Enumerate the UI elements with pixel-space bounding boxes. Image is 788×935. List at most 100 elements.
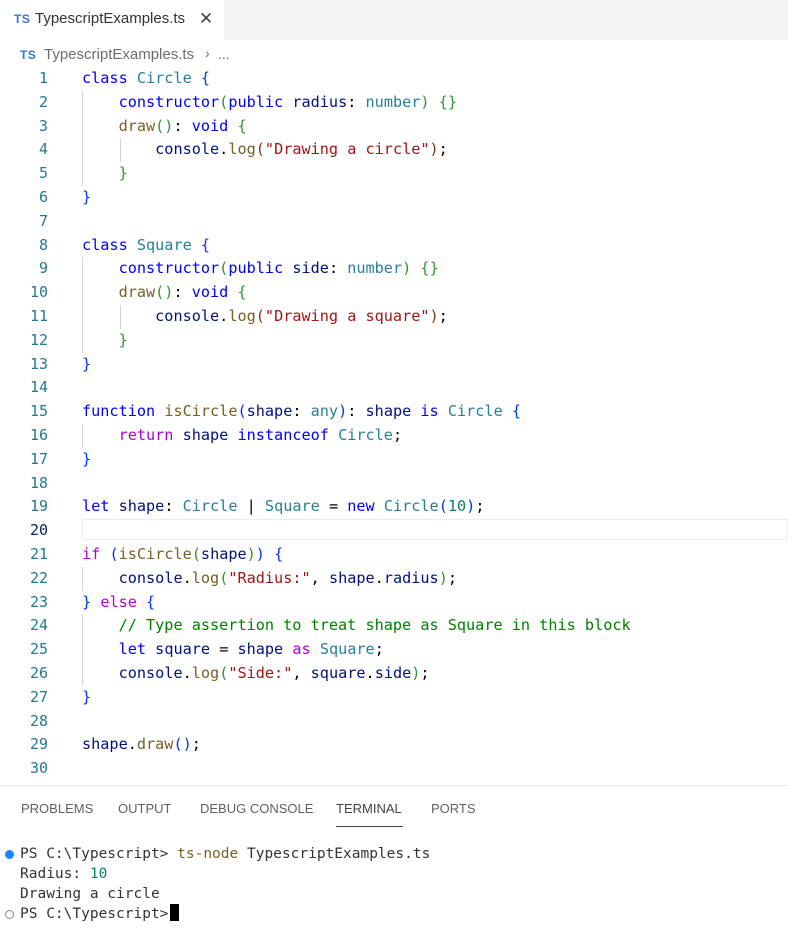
code-line: 10 draw(): void { — [0, 281, 788, 305]
code-text: constructor(public side: number) {} — [118, 259, 439, 278]
code-line: 27} — [0, 686, 788, 710]
code-line: 11 console.log("Drawing a square"); — [0, 305, 788, 329]
code-line: 17} — [0, 448, 788, 472]
code-line: 7 — [0, 210, 788, 234]
close-icon[interactable]: ✕ — [199, 9, 213, 29]
line-number: 22 — [29, 568, 48, 587]
code-line: 19 let shape: Circle | Square = new Circl… — [0, 495, 788, 519]
terminal-line: PS C:\Typescript> — [20, 904, 180, 924]
tab-debug-console[interactable]: DEBUG CONSOLE — [200, 801, 313, 816]
tab-typescript-examples[interactable]: TS TypescriptExamples.ts ✕ — [0, 0, 224, 40]
code-text: function isCircle(shape: any): shape is … — [82, 402, 522, 421]
code-line: 30 — [0, 757, 788, 781]
line-number: 12 — [29, 330, 48, 349]
line-number: 10 — [29, 283, 48, 302]
editor-tab-bar: TS TypescriptExamples.ts ✕ — [0, 0, 788, 40]
tab-output[interactable]: OUTPUT — [118, 801, 171, 816]
line-number: 4 — [38, 140, 48, 159]
line-number: 3 — [38, 116, 48, 135]
tab-terminal[interactable]: TERMINAL — [336, 801, 402, 816]
code-text: shape.draw(); — [82, 735, 201, 754]
code-line: 12 } — [0, 329, 788, 353]
code-text: let shape: Circle | Square = new Circle(… — [82, 497, 485, 516]
breadcrumb: TS TypescriptExamples.ts › ... — [0, 44, 788, 66]
line-number: 24 — [29, 616, 48, 635]
line-number: 9 — [38, 259, 48, 278]
code-text: constructor(public radius: number) {} — [118, 92, 458, 111]
terminal-cursor — [170, 904, 180, 921]
code-line: 29 shape.draw(); — [0, 733, 788, 757]
code-line: 24 // Type assertion to treat shape as S… — [0, 614, 788, 638]
line-number: 30 — [29, 759, 48, 778]
line-number: 23 — [29, 592, 48, 611]
code-editor[interactable]: 1 class Circle { 2 constructor(public rad… — [0, 67, 788, 783]
command-success-icon[interactable] — [5, 850, 14, 859]
code-line: 23} else { — [0, 591, 788, 615]
line-number: 5 — [38, 164, 48, 183]
line-number: 17 — [29, 449, 48, 468]
code-text: } — [82, 449, 92, 468]
code-text: class Circle { — [82, 69, 211, 87]
active-tab-indicator — [336, 826, 403, 827]
code-text: // Type assertion to treat shape as Squa… — [118, 616, 631, 635]
code-text: draw(): void { — [118, 116, 247, 135]
line-number: 18 — [29, 473, 48, 492]
code-line: 5 } — [0, 162, 788, 186]
current-line-highlight — [82, 519, 788, 541]
code-line: 18 — [0, 472, 788, 496]
breadcrumb-symbols[interactable]: ... — [218, 46, 230, 62]
code-line: 25 let square = shape as Square; — [0, 638, 788, 662]
tab-ports[interactable]: PORTS — [431, 801, 476, 816]
code-text: class Square { — [82, 235, 211, 254]
code-text: } — [82, 354, 92, 373]
terminal-command-arg: TypescriptExamples.ts — [246, 846, 431, 862]
command-pending-icon[interactable] — [5, 910, 14, 919]
line-number: 15 — [29, 402, 48, 421]
code-text: } — [118, 164, 128, 183]
line-number: 7 — [38, 211, 48, 230]
line-number: 1 — [38, 69, 48, 87]
terminal-command: ts-node — [177, 846, 239, 862]
code-line-active: 20 — [0, 519, 788, 543]
terminal-line: PS C:\Typescript> ts-node TypescriptExam… — [20, 844, 430, 864]
line-number: 29 — [29, 735, 48, 754]
line-number: 11 — [29, 307, 48, 325]
code-line: 6} — [0, 186, 788, 210]
code-line: 21 if (isCircle(shape)) { — [0, 543, 788, 567]
line-number: 8 — [38, 235, 48, 254]
code-text: } — [82, 188, 92, 206]
line-number: 6 — [38, 188, 48, 206]
code-text: console.log("Side:", square.side); — [118, 664, 430, 682]
code-text: let square = shape as Square; — [118, 640, 384, 659]
code-line: 22 console.log("Radius:", shape.radius); — [0, 567, 788, 591]
typescript-file-icon: TS — [14, 12, 31, 26]
code-line: 13} — [0, 353, 788, 377]
code-line: 1 class Circle { — [0, 67, 788, 91]
line-number: 25 — [29, 640, 48, 659]
terminal-line: Drawing a circle — [20, 886, 160, 902]
line-number: 13 — [29, 354, 48, 373]
line-number: 20 — [29, 521, 48, 540]
line-number: 19 — [29, 497, 48, 516]
code-text: } — [82, 687, 92, 706]
code-text: console.log("Drawing a circle"); — [155, 140, 448, 159]
code-text: console.log("Drawing a square"); — [155, 307, 448, 325]
code-line: 3 draw(): void { — [0, 115, 788, 139]
line-number: 21 — [29, 545, 48, 563]
code-line: 28 — [0, 710, 788, 734]
code-text: if (isCircle(shape)) { — [82, 545, 284, 563]
bottom-panel: PROBLEMS OUTPUT DEBUG CONSOLE TERMINAL P… — [0, 785, 788, 935]
breadcrumb-file[interactable]: TypescriptExamples.ts — [44, 46, 194, 63]
typescript-file-icon: TS — [20, 48, 37, 62]
tab-problems[interactable]: PROBLEMS — [21, 801, 93, 816]
line-number: 28 — [29, 711, 48, 730]
code-line: 8 class Square { — [0, 234, 788, 258]
code-line: 26 console.log("Side:", square.side); — [0, 662, 788, 686]
code-line: 15 function isCircle(shape: any): shape i… — [0, 400, 788, 424]
terminal-line: Radius: 10 — [20, 864, 107, 884]
line-number: 14 — [29, 378, 48, 397]
line-number: 16 — [29, 426, 48, 444]
code-text: draw(): void { — [118, 283, 247, 302]
code-text: } — [118, 330, 128, 349]
tab-label: TypescriptExamples.ts — [35, 10, 186, 27]
